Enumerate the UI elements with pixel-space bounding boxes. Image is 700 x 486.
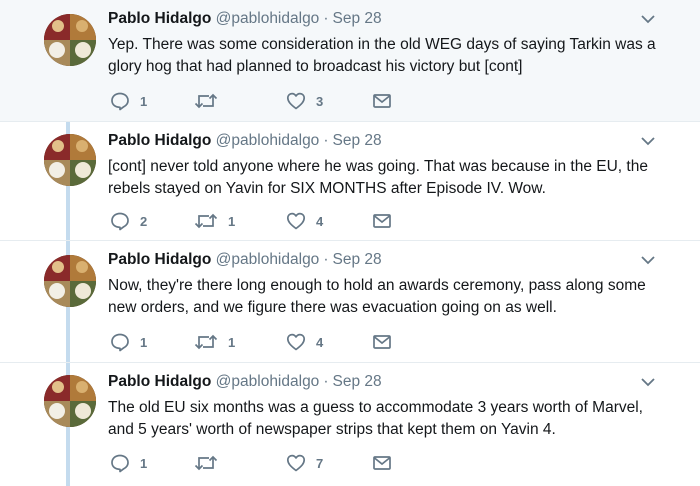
envelope-icon xyxy=(373,335,391,349)
envelope-icon xyxy=(373,214,391,228)
reply-count: 1 xyxy=(140,455,148,471)
heart-icon xyxy=(286,333,306,351)
dm-button[interactable] xyxy=(372,210,392,232)
like-button[interactable]: 7 xyxy=(286,452,323,474)
tweet-header: Pablo Hidalgo @pablohidalgo · Sep 28 xyxy=(108,373,382,391)
reply-count: 1 xyxy=(140,334,148,350)
tweet[interactable]: Pablo Hidalgo @pablohidalgo · Sep 28 Yep. … xyxy=(0,0,700,122)
reply-button[interactable]: 1 xyxy=(110,90,147,112)
tweet-header: Pablo Hidalgo @pablohidalgo · Sep 28 xyxy=(108,132,382,150)
retweet-button[interactable] xyxy=(194,452,228,474)
separator-dot: · xyxy=(323,251,329,268)
author-handle[interactable]: @pablohidalgo xyxy=(216,251,320,268)
avatar[interactable] xyxy=(44,14,96,66)
chevron-down-icon[interactable] xyxy=(640,12,656,26)
tweet-date[interactable]: Sep 28 xyxy=(332,132,381,149)
retweet-icon xyxy=(194,213,218,229)
like-button[interactable]: 4 xyxy=(286,210,323,232)
reply-count: 2 xyxy=(140,213,148,229)
like-count: 7 xyxy=(316,455,324,471)
dm-button[interactable] xyxy=(372,90,392,112)
dm-button[interactable] xyxy=(372,331,392,353)
author-name[interactable]: Pablo Hidalgo xyxy=(108,132,211,149)
dm-button[interactable] xyxy=(372,452,392,474)
envelope-icon xyxy=(373,94,391,108)
tweet-text: The old EU six months was a guess to acc… xyxy=(108,399,643,438)
retweet-button[interactable]: 1 xyxy=(194,331,235,353)
like-count: 4 xyxy=(316,213,324,229)
chevron-down-icon[interactable] xyxy=(640,253,656,267)
reply-button[interactable]: 1 xyxy=(110,331,147,353)
like-button[interactable]: 3 xyxy=(286,90,323,112)
like-count: 4 xyxy=(316,334,324,350)
heart-icon xyxy=(286,92,306,110)
tweet-text: [cont] never told anyone where he was go… xyxy=(108,158,648,197)
author-handle[interactable]: @pablohidalgo xyxy=(216,132,320,149)
chevron-down-icon[interactable] xyxy=(640,375,656,389)
retweet-button[interactable]: 1 xyxy=(194,210,235,232)
reply-button[interactable]: 1 xyxy=(110,452,147,474)
retweet-icon xyxy=(194,93,218,109)
separator-dot: · xyxy=(323,373,329,390)
reply-icon xyxy=(111,92,129,111)
avatar[interactable] xyxy=(44,134,96,186)
tweet-date[interactable]: Sep 28 xyxy=(332,251,381,268)
chevron-down-icon[interactable] xyxy=(640,134,656,148)
tweet-date[interactable]: Sep 28 xyxy=(332,373,381,390)
heart-icon xyxy=(286,212,306,230)
avatar[interactable] xyxy=(44,375,96,427)
author-handle[interactable]: @pablohidalgo xyxy=(216,373,320,390)
envelope-icon xyxy=(373,456,391,470)
like-button[interactable]: 4 xyxy=(286,331,323,353)
retweet-icon xyxy=(194,334,218,350)
author-name[interactable]: Pablo Hidalgo xyxy=(108,10,211,27)
separator-dot: · xyxy=(323,132,329,149)
retweet-count: 1 xyxy=(228,213,236,229)
separator-dot: · xyxy=(323,10,329,27)
author-handle[interactable]: @pablohidalgo xyxy=(216,10,320,27)
like-count: 3 xyxy=(316,93,324,109)
reply-icon xyxy=(111,212,129,231)
tweet[interactable]: Pablo Hidalgo @pablohidalgo · Sep 28 [cont… xyxy=(0,122,700,241)
reply-count: 1 xyxy=(140,93,148,109)
avatar[interactable] xyxy=(44,255,96,307)
author-name[interactable]: Pablo Hidalgo xyxy=(108,373,211,390)
reply-icon xyxy=(111,454,129,473)
tweet-text: Now, they're there long enough to hold a… xyxy=(108,277,646,316)
author-name[interactable]: Pablo Hidalgo xyxy=(108,251,211,268)
reply-icon xyxy=(111,333,129,352)
tweet-date[interactable]: Sep 28 xyxy=(332,10,381,27)
tweet-header: Pablo Hidalgo @pablohidalgo · Sep 28 xyxy=(108,251,382,269)
retweet-count: 1 xyxy=(228,334,236,350)
tweet[interactable]: Pablo Hidalgo @pablohidalgo · Sep 28 Now, … xyxy=(0,241,700,363)
reply-button[interactable]: 2 xyxy=(110,210,147,232)
tweet-text: Yep. There was some consideration in the… xyxy=(108,36,656,75)
retweet-icon xyxy=(194,455,218,471)
tweet[interactable]: Pablo Hidalgo @pablohidalgo · Sep 28 The o… xyxy=(0,363,700,486)
retweet-button[interactable] xyxy=(194,90,228,112)
tweet-header: Pablo Hidalgo @pablohidalgo · Sep 28 xyxy=(108,10,382,28)
heart-icon xyxy=(286,454,306,472)
